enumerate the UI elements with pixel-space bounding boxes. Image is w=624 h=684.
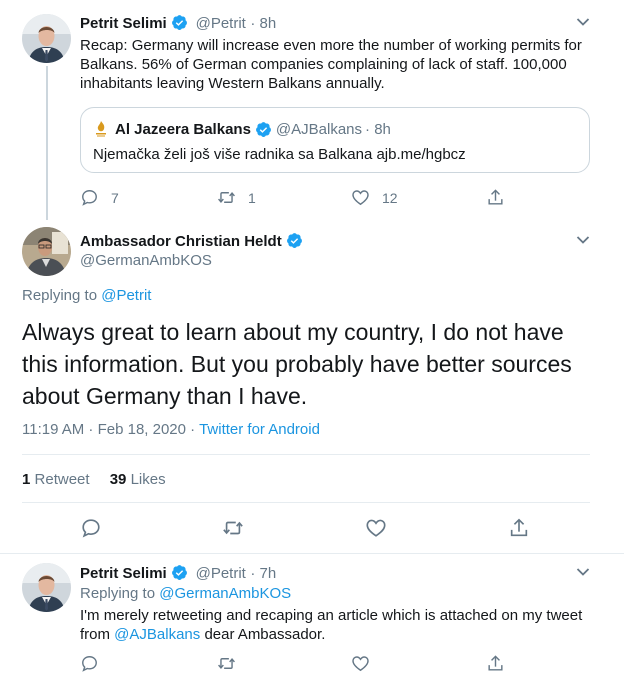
main-timestamp[interactable]: 11:19 AM · Feb 18, 2020 · xyxy=(22,421,199,438)
quote-author-name: Al Jazeera Balkans xyxy=(115,120,251,138)
al-jazeera-logo-icon xyxy=(96,121,106,137)
replying-to-mention[interactable]: @GermanAmbKOS xyxy=(159,585,291,602)
like-button[interactable]: 12 xyxy=(351,188,398,207)
divider xyxy=(22,454,590,455)
quote-header: Al Jazeera Balkans @AJBalkans · 8h xyxy=(93,120,391,138)
verified-badge-icon xyxy=(172,565,188,580)
retweet-icon xyxy=(218,192,235,203)
heart-icon xyxy=(352,190,369,206)
heart-icon xyxy=(352,656,369,672)
replying-prefix: Replying to xyxy=(22,287,98,304)
retweet-button[interactable]: 1 xyxy=(217,188,256,207)
tweet1-time[interactable]: · 8h xyxy=(250,15,276,32)
share-icon xyxy=(488,655,503,671)
chevron-down-icon[interactable] xyxy=(576,567,590,577)
main-source[interactable]: Twitter for Android xyxy=(199,421,320,438)
reply-time[interactable]: · 7h xyxy=(250,565,276,582)
quote-time: · 8h xyxy=(365,120,391,138)
share-button[interactable] xyxy=(486,654,505,673)
main-author-name[interactable]: Ambassador Christian Heldt xyxy=(80,233,282,250)
reply-icon xyxy=(82,519,100,538)
engagement-stats: 1 Retweet 39 Likes xyxy=(22,471,166,488)
share-icon xyxy=(510,518,528,537)
tweet1-author-handle[interactable]: @Petrit xyxy=(196,15,246,32)
reply-replying-to: Replying to @GermanAmbKOS xyxy=(80,585,291,602)
retweet-icon xyxy=(223,521,243,535)
verified-badge-icon xyxy=(255,121,271,137)
like-button[interactable] xyxy=(351,654,370,673)
chevron-down-icon[interactable] xyxy=(576,235,590,245)
reply-text: I'm merely retweeting and recaping an ar… xyxy=(80,606,600,644)
avatar-petrit[interactable] xyxy=(22,14,71,63)
retweet-button[interactable] xyxy=(217,654,236,673)
like-button[interactable] xyxy=(365,517,387,539)
retweet-button[interactable] xyxy=(222,517,244,539)
quoted-tweet-card[interactable]: Al Jazeera Balkans @AJBalkans · 8h Njema… xyxy=(80,107,590,173)
reply-mention[interactable]: @AJBalkans xyxy=(114,626,200,643)
share-button[interactable] xyxy=(508,517,530,539)
thread-connector xyxy=(46,66,48,220)
retweet-stat-label: Retweet xyxy=(34,471,90,488)
reply-button[interactable]: 7 xyxy=(80,188,119,207)
main-meta: 11:19 AM · Feb 18, 2020 · Twitter for An… xyxy=(22,421,320,438)
heart-icon xyxy=(366,519,386,537)
like-stat[interactable]: 39 Likes xyxy=(110,471,166,488)
reply-icon xyxy=(82,656,97,672)
replying-prefix: Replying to xyxy=(80,585,156,602)
main-replying-to: Replying to @Petrit xyxy=(22,287,151,304)
tweet1-text: Recap: Germany will increase even more t… xyxy=(80,37,582,92)
divider xyxy=(22,502,590,503)
reply-button[interactable] xyxy=(80,517,102,539)
tweet1-header: Petrit Selimi @Petrit · 8h xyxy=(80,14,276,33)
avatar-ambassador[interactable] xyxy=(22,227,71,276)
verified-badge-icon xyxy=(172,15,188,30)
divider xyxy=(0,553,624,554)
reply-button[interactable] xyxy=(80,654,99,673)
quote-author-handle: @AJBalkans xyxy=(275,120,363,138)
retweet-icon xyxy=(218,658,235,669)
avatar-petrit[interactable] xyxy=(22,563,71,612)
like-stat-label: Likes xyxy=(130,471,166,488)
main-author: Ambassador Christian Heldt xyxy=(80,232,303,251)
chevron-down-icon[interactable] xyxy=(576,17,590,27)
reply-text-end: dear Ambassador. xyxy=(200,626,326,643)
quote-text: Njemačka želi još više radnika sa Balkan… xyxy=(93,146,466,163)
verified-badge-icon xyxy=(287,233,303,248)
reply-author-name[interactable]: Petrit Selimi xyxy=(80,565,167,582)
main-tweet-text: Always great to learn about my country, … xyxy=(22,319,572,409)
retweet-count: 1 xyxy=(248,189,256,206)
retweet-stat-count: 1 xyxy=(22,471,31,488)
like-count: 12 xyxy=(382,189,398,206)
tweet1-author-name[interactable]: Petrit Selimi xyxy=(80,15,167,32)
replying-to-mention[interactable]: @Petrit xyxy=(101,287,151,304)
reply-count: 7 xyxy=(111,189,119,206)
like-stat-count: 39 xyxy=(109,471,127,488)
reply-header: Petrit Selimi @Petrit · 7h xyxy=(80,564,276,583)
main-author-handle[interactable]: @GermanAmbKOS xyxy=(80,252,212,269)
reply-icon xyxy=(82,190,97,206)
reply-author-handle[interactable]: @Petrit xyxy=(196,565,246,582)
retweet-stat[interactable]: 1 Retweet xyxy=(22,471,90,488)
share-button[interactable] xyxy=(486,188,505,207)
share-icon xyxy=(488,189,503,205)
